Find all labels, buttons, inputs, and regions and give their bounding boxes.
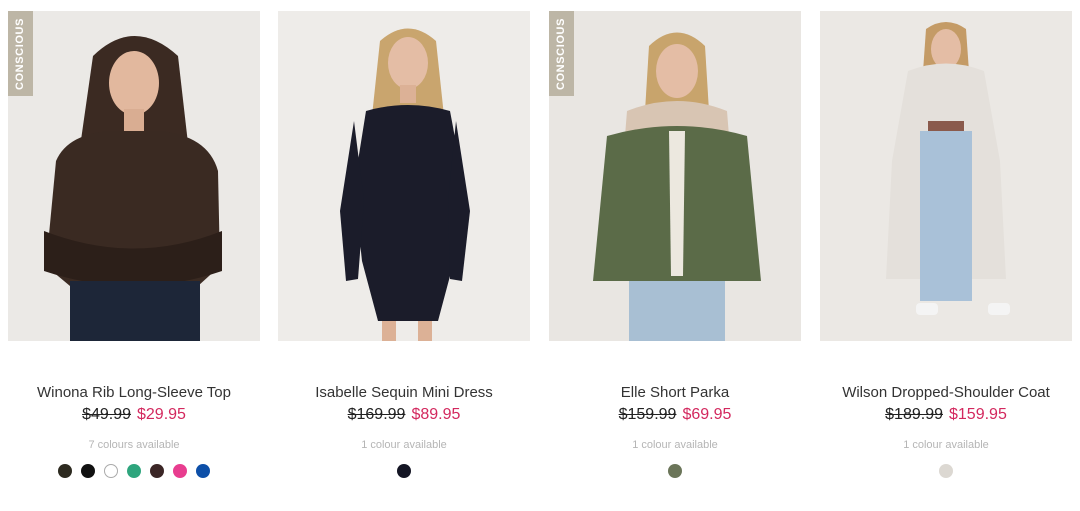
colour-availability: 1 colour available bbox=[361, 439, 447, 451]
product-image[interactable]: CONSCIOUS bbox=[549, 11, 801, 341]
product-name[interactable]: Elle Short Parka bbox=[549, 384, 801, 402]
product-card[interactable]: Isabelle Sequin Mini Dress $169.99 $89.95… bbox=[278, 11, 530, 478]
colour-availability: 1 colour available bbox=[903, 439, 989, 451]
colour-swatch[interactable] bbox=[196, 464, 210, 478]
colour-swatches bbox=[820, 464, 1072, 478]
product-name[interactable]: Winona Rib Long-Sleeve Top bbox=[8, 384, 260, 402]
price-row: $189.99 $159.95 bbox=[820, 405, 1072, 425]
colour-swatch[interactable] bbox=[104, 464, 118, 478]
sale-price: $29.95 bbox=[137, 406, 186, 423]
product-image[interactable] bbox=[278, 11, 530, 341]
product-card[interactable]: CONSCIOUS Winona Rib Long-Sleeve Top $49… bbox=[8, 11, 260, 478]
original-price: $169.99 bbox=[347, 406, 406, 423]
original-price: $49.99 bbox=[82, 406, 131, 423]
product-card[interactable]: Wilson Dropped-Shoulder Coat $189.99 $159… bbox=[820, 11, 1072, 478]
colour-swatch[interactable] bbox=[150, 464, 164, 478]
colour-availability: 7 colours available bbox=[88, 439, 180, 451]
price-row: $159.99 $69.95 bbox=[549, 405, 801, 425]
colour-swatches bbox=[549, 464, 801, 478]
sale-price: $69.95 bbox=[682, 406, 732, 423]
colour-swatches bbox=[8, 464, 260, 478]
product-name[interactable]: Wilson Dropped-Shoulder Coat bbox=[820, 384, 1072, 402]
colour-swatch[interactable] bbox=[939, 464, 953, 478]
original-price: $159.99 bbox=[618, 406, 677, 423]
product-grid: CONSCIOUS Winona Rib Long-Sleeve Top $49… bbox=[0, 0, 1080, 511]
price-row: $169.99 $89.95 bbox=[278, 405, 530, 425]
model-photo bbox=[820, 11, 1072, 341]
conscious-badge: CONSCIOUS bbox=[8, 11, 33, 96]
colour-swatches bbox=[278, 464, 530, 478]
product-image[interactable] bbox=[820, 11, 1072, 341]
colour-swatch[interactable] bbox=[397, 464, 411, 478]
colour-swatch[interactable] bbox=[668, 464, 682, 478]
original-price: $189.99 bbox=[885, 406, 943, 423]
colour-swatch[interactable] bbox=[58, 464, 72, 478]
price-row: $49.99 $29.95 bbox=[8, 405, 260, 425]
sale-price: $89.95 bbox=[411, 406, 461, 423]
sale-price: $159.95 bbox=[949, 406, 1007, 423]
product-name[interactable]: Isabelle Sequin Mini Dress bbox=[278, 384, 530, 402]
model-photo bbox=[549, 11, 801, 341]
colour-swatch[interactable] bbox=[81, 464, 95, 478]
product-card[interactable]: CONSCIOUS Elle Short Parka $159.99 $69.95… bbox=[549, 11, 801, 478]
product-image[interactable]: CONSCIOUS bbox=[8, 11, 260, 341]
conscious-badge: CONSCIOUS bbox=[549, 11, 574, 96]
model-photo bbox=[8, 11, 260, 341]
model-photo bbox=[278, 11, 530, 341]
colour-swatch[interactable] bbox=[127, 464, 141, 478]
colour-swatch[interactable] bbox=[173, 464, 187, 478]
colour-availability: 1 colour available bbox=[632, 439, 718, 451]
